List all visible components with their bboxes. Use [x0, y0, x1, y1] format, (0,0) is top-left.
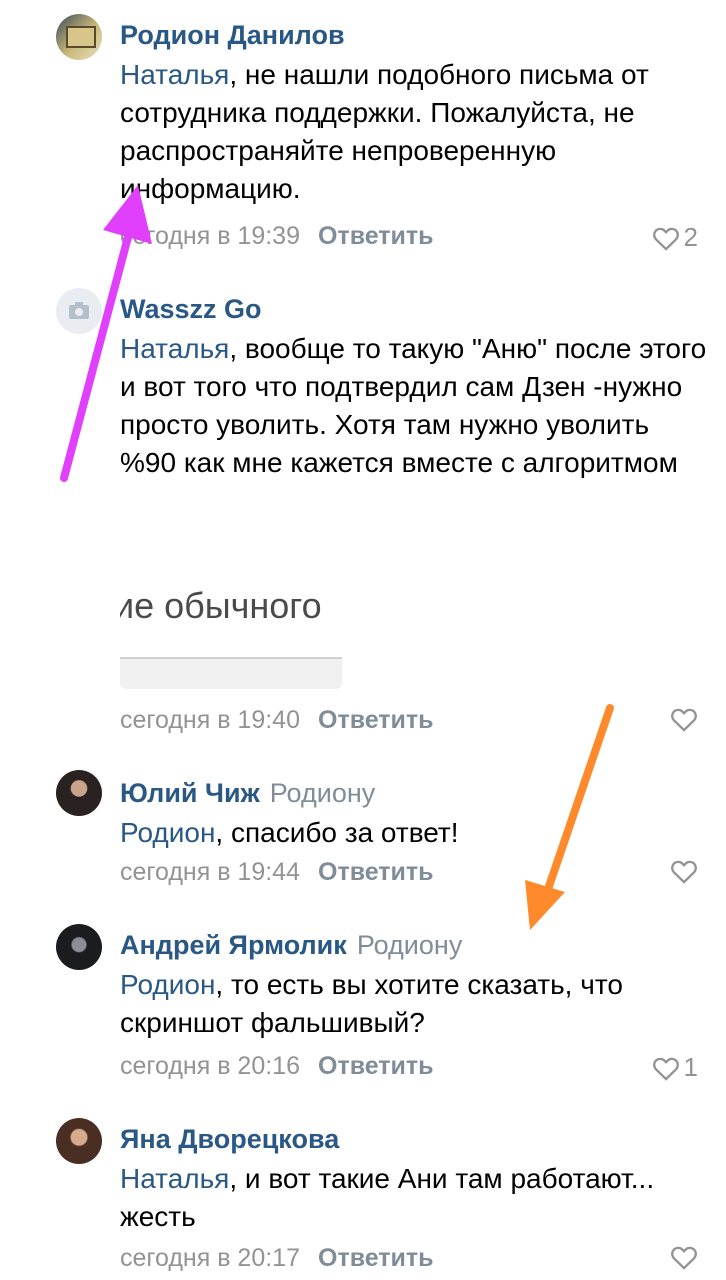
- orange-arrowhead: [525, 880, 565, 930]
- avatar[interactable]: [56, 288, 102, 334]
- like-count: 1: [683, 1052, 698, 1082]
- mention-link[interactable]: Наталья: [120, 59, 229, 90]
- comment-text: Наталья, и вот такие Ани там работают...…: [120, 1160, 710, 1236]
- author-line: Яна Дворецкова: [120, 1122, 339, 1156]
- timestamp: сегодня в 19:39: [120, 222, 300, 250]
- reply-button[interactable]: Ответить: [318, 1052, 434, 1080]
- author-name[interactable]: Wasszz Go: [120, 294, 262, 324]
- avatar[interactable]: [56, 14, 102, 60]
- comment-meta: сегодня в 19:44 Ответить: [120, 856, 434, 888]
- author-name[interactable]: Андрей Ярмолик: [120, 930, 347, 960]
- like-count: 2: [683, 222, 698, 252]
- heart-icon: [671, 860, 697, 884]
- heart-icon: [671, 1246, 697, 1270]
- timestamp: сегодня в 19:44: [120, 858, 300, 886]
- attachment-preview: ие обычного: [120, 557, 342, 659]
- timestamp: сегодня в 19:40: [120, 706, 300, 734]
- author-name[interactable]: Яна Дворецкова: [120, 1124, 339, 1154]
- avatar[interactable]: [56, 1118, 102, 1164]
- camera-icon: [69, 302, 89, 319]
- reply-button[interactable]: Ответить: [318, 858, 434, 886]
- mention-link[interactable]: Наталья: [120, 1163, 229, 1194]
- mention-link[interactable]: Родион: [120, 969, 215, 1000]
- avatar[interactable]: [56, 770, 102, 816]
- comment-text: Родион, спасибо за ответ!: [120, 814, 710, 852]
- comment-body: , спасибо за ответ!: [215, 817, 459, 848]
- attachment-caption: ие обычного: [120, 585, 322, 626]
- mention-link[interactable]: Наталья: [120, 333, 229, 364]
- timestamp: сегодня в 20:17: [120, 1244, 300, 1272]
- mention-link[interactable]: Родион: [120, 817, 215, 848]
- like-button[interactable]: 2: [652, 222, 698, 253]
- author-line: Wasszz Go: [120, 292, 262, 326]
- reply-target[interactable]: Родиону: [270, 778, 376, 808]
- heart-icon: [671, 708, 697, 732]
- comment-text: Родион, то есть вы хотите сказать, что с…: [120, 966, 710, 1042]
- orange-arrow-shaft: [542, 704, 614, 899]
- comment-meta: сегодня в 19:39 Ответить: [120, 220, 434, 252]
- comment-text: Наталья, не нашли подобного письма от со…: [120, 56, 710, 208]
- comment-text: Наталья, вообще то такую "Аню" после это…: [120, 330, 710, 482]
- like-button[interactable]: [670, 858, 698, 884]
- comment-meta: сегодня в 19:40 Ответить: [120, 704, 434, 736]
- like-button[interactable]: 1: [652, 1052, 698, 1083]
- author-line: Андрей Ярмолик Родиону: [120, 928, 462, 962]
- heart-icon: [652, 227, 679, 251]
- heart-icon: [652, 1057, 679, 1081]
- image-attachment[interactable]: ие обычного: [120, 557, 342, 689]
- reply-target[interactable]: Родиону: [357, 930, 463, 960]
- author-line: Юлий Чиж Родиону: [120, 776, 375, 810]
- avatar[interactable]: [56, 924, 102, 970]
- reply-button[interactable]: Ответить: [318, 1244, 434, 1272]
- like-button[interactable]: [670, 706, 698, 732]
- timestamp: сегодня в 20:16: [120, 1052, 300, 1080]
- author-line: Родион Данилов: [120, 18, 345, 52]
- reply-button[interactable]: Ответить: [318, 706, 434, 734]
- reply-button[interactable]: Ответить: [318, 222, 434, 250]
- comment-meta: сегодня в 20:16 Ответить: [120, 1050, 434, 1082]
- author-name[interactable]: Юлий Чиж: [120, 778, 260, 808]
- comment-meta: сегодня в 20:17 Ответить: [120, 1242, 434, 1274]
- like-button[interactable]: [670, 1244, 698, 1270]
- author-name[interactable]: Родион Данилов: [120, 20, 345, 50]
